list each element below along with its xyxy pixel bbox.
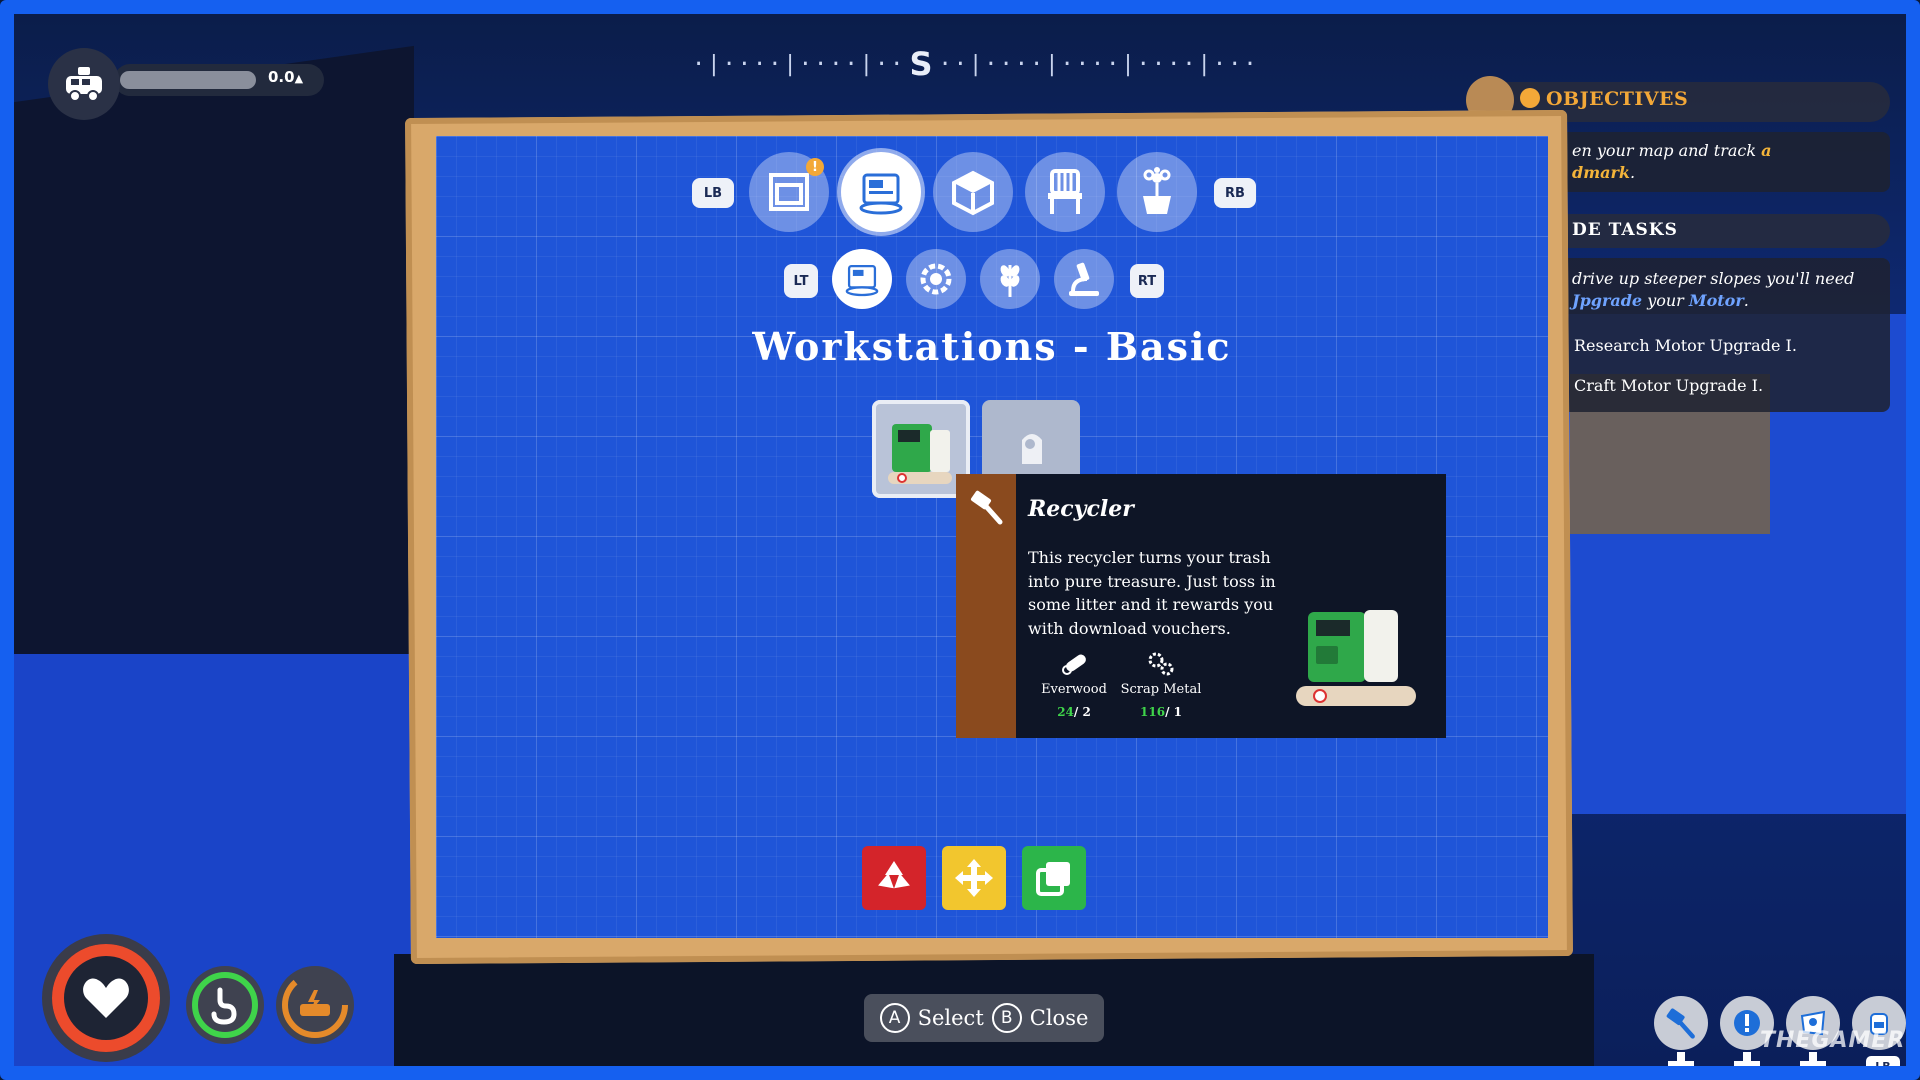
flower-pot-icon — [1143, 167, 1171, 214]
material-need: / 2 — [1073, 705, 1091, 719]
category-furniture[interactable] — [1025, 152, 1105, 232]
gears-icon — [1148, 652, 1174, 676]
vehicle-status-fill — [120, 71, 256, 89]
hotbar-build-slot[interactable] — [1654, 996, 1708, 1050]
material-have: 116 — [1140, 705, 1166, 719]
b-button-icon: B — [991, 1003, 1022, 1033]
move-button[interactable] — [942, 846, 1006, 910]
close-label[interactable]: Close — [1030, 1006, 1089, 1030]
a-button-icon: A — [879, 1003, 910, 1033]
side-tasks-title: DE TASKS — [1572, 220, 1678, 240]
compass-bar: ·|····|····|·· S ··|····|····|····|····|… — [692, 42, 1262, 86]
workstation-icon — [859, 173, 903, 215]
side-task-text: your — [1642, 291, 1689, 310]
lt-button[interactable]: LT — [784, 264, 818, 298]
objective-highlight: dmark — [1572, 163, 1630, 182]
vehicle-status-value: 0.0▲ — [268, 68, 303, 86]
category-workstations[interactable] — [841, 152, 921, 232]
tooltip-description: This recycler turns your trash into pure… — [1028, 548, 1276, 638]
controller-prompt-bar: A Select B Close — [864, 994, 1104, 1042]
material-scrap-metal: Scrap Metal 116/ 1 — [1116, 650, 1206, 719]
watermark: THEGAMER — [1760, 1028, 1906, 1053]
subcategory-research[interactable] — [1054, 249, 1114, 309]
side-task-text: . — [1743, 291, 1749, 310]
hammer-icon — [1666, 1008, 1695, 1039]
task-craft-motor: Craft Motor Upgrade I. — [1574, 376, 1764, 395]
copy-button[interactable] — [1022, 846, 1086, 910]
side-task-text: drive up steeper slopes you'll need — [1572, 269, 1855, 288]
objective-highlight: a — [1761, 141, 1772, 160]
wood-log-icon — [1062, 654, 1086, 675]
compass-south: S — [909, 45, 935, 83]
subcategory-recycling[interactable] — [906, 249, 966, 309]
objective-text: . — [1630, 163, 1636, 182]
recycler-preview-icon — [1296, 610, 1416, 706]
category-alert-badge: ! — [806, 158, 824, 176]
workstation-icon — [845, 264, 879, 297]
copy-icon — [1036, 862, 1070, 896]
category-title: Workstations - Basic — [752, 324, 1232, 369]
scene-wall-left — [14, 45, 414, 743]
storage-box-icon — [769, 173, 809, 211]
subcategory-basic[interactable] — [832, 249, 892, 309]
material-quantity: 24/ 2 — [1034, 705, 1114, 719]
recycle-gear-icon — [920, 263, 952, 295]
task-research-motor: Research Motor Upgrade I. — [1574, 336, 1797, 355]
material-everwood: Everwood 24/ 2 — [1034, 650, 1114, 719]
dpad-icon — [1668, 1052, 1694, 1066]
hammer-icon — [970, 490, 1003, 525]
compass-ticks: ·|····|····|·· — [692, 51, 906, 77]
recycle-button[interactable] — [862, 846, 926, 910]
lb-hotbar-button[interactable]: LB — [1866, 1056, 1900, 1066]
move-arrows-icon — [955, 859, 993, 897]
category-building[interactable] — [933, 152, 1013, 232]
dpad-icon — [1800, 1052, 1826, 1066]
compass-ticks: ··|····|····|····|····|····|·· — [938, 51, 1262, 77]
triangle-icon: ▲ — [294, 72, 304, 85]
van-badge — [48, 48, 120, 120]
rt-button[interactable]: RT — [1130, 264, 1164, 298]
select-label[interactable]: Select — [918, 1006, 984, 1030]
objective-text: en your map and track — [1572, 141, 1762, 160]
lb-button[interactable]: LB — [692, 178, 734, 208]
microscope-icon — [1069, 262, 1099, 296]
item-tooltip: Recycler This recycler turns your trash … — [956, 474, 1446, 738]
van-energy-icon — [282, 972, 348, 1038]
wheat-icon — [1000, 265, 1020, 297]
hunger-meter — [186, 966, 264, 1044]
alert-icon — [1520, 88, 1540, 108]
van-icon — [66, 67, 102, 102]
subcategory-farming[interactable] — [980, 249, 1040, 309]
material-quantity: 116/ 1 — [1116, 705, 1206, 719]
material-need: / 1 — [1165, 705, 1182, 719]
side-task-highlight: Jpgrade — [1572, 291, 1643, 310]
side-task-highlight: Motor — [1688, 291, 1744, 310]
heart-icon — [83, 978, 129, 1018]
rb-button[interactable]: RB — [1214, 178, 1256, 208]
game-screen: ·|····|····|·· S ··|····|····|····|····|… — [0, 0, 1920, 1080]
alert-icon — [1734, 1010, 1760, 1036]
status-value-text: 0.0 — [268, 68, 295, 86]
stomach-icon — [192, 972, 258, 1038]
material-have: 24 — [1057, 705, 1074, 719]
van-energy-meter — [276, 966, 354, 1044]
chair-icon — [1048, 169, 1082, 214]
category-decor[interactable] — [1117, 152, 1197, 232]
dpad-icon — [1734, 1052, 1760, 1066]
objectives-title: OBJECTIVES — [1546, 88, 1689, 110]
material-name: Everwood — [1041, 682, 1107, 697]
building-icon — [952, 170, 994, 216]
tooltip-title: Recycler — [1028, 496, 1134, 522]
recycle-icon — [878, 861, 910, 889]
material-name: Scrap Metal — [1120, 682, 1202, 697]
